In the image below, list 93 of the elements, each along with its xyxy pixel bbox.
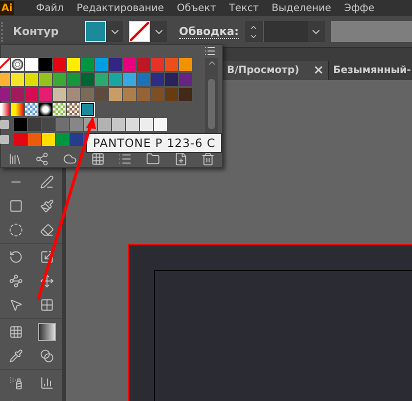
swatch[interactable] [137,88,150,101]
swatch[interactable] [123,58,136,71]
swatch[interactable] [179,73,192,86]
grid-icon[interactable] [90,152,105,166]
swatch[interactable] [11,88,24,101]
swatch[interactable] [137,73,150,86]
stroke-swatch[interactable] [129,21,150,42]
swatch[interactable] [98,118,111,131]
cloud-icon[interactable] [63,152,78,166]
swatch[interactable] [0,58,10,71]
swatch[interactable] [14,133,27,146]
swatch[interactable] [67,88,80,101]
swatch[interactable] [56,133,69,146]
menu-item[interactable]: Объект [176,2,216,14]
swatch[interactable] [11,58,24,71]
swatch[interactable] [39,103,52,116]
document-tab[interactable]: В/Просмотр) × [223,61,330,80]
swatch[interactable] [109,58,122,71]
swatch[interactable] [56,118,69,131]
swatch[interactable] [25,58,38,71]
trash-icon[interactable] [201,152,216,166]
swatch[interactable] [25,88,38,101]
swatch[interactable] [154,118,167,131]
swatch[interactable] [28,133,41,146]
stroke-weight-field[interactable] [262,21,308,42]
share-icon[interactable] [35,152,50,166]
swatch[interactable] [112,118,125,131]
swatch[interactable] [81,73,94,86]
swatch[interactable] [42,118,55,131]
tooltip: PANTONE P 123-6 C [86,133,222,153]
style-field[interactable] [330,21,412,42]
swatch[interactable] [70,118,83,131]
stroke-spinner[interactable] [244,21,263,42]
swatch[interactable] [39,88,52,101]
swatch[interactable] [165,73,178,86]
tab-title: Безымянный- [333,65,411,76]
swatch[interactable] [123,73,136,86]
swatch[interactable] [95,58,108,71]
swatch[interactable] [39,73,52,86]
swatch[interactable] [81,103,94,116]
menu-item[interactable]: Файл [36,2,64,14]
swatch[interactable] [151,58,164,71]
close-button[interactable]: × [313,63,324,78]
swatch[interactable] [39,58,52,71]
swatch[interactable] [14,118,27,131]
swatch[interactable] [81,58,94,71]
swatch[interactable] [70,133,83,146]
menu-item[interactable]: Текст [229,2,259,14]
menu-item[interactable]: Редактирование [76,2,164,14]
swatch[interactable] [42,133,55,146]
swatch[interactable] [179,88,192,101]
swatch[interactable] [0,103,10,116]
swatch[interactable] [179,58,192,71]
swatch[interactable] [109,73,122,86]
swatch[interactable] [53,58,66,71]
selection-label: Контур [13,25,60,38]
library-icon[interactable] [8,152,22,166]
swatch[interactable] [109,88,122,101]
menu-item[interactable]: Эффе [344,2,374,14]
swatch[interactable] [67,73,80,86]
swatch[interactable] [67,103,80,116]
swatch[interactable] [28,118,41,131]
stroke-dropdown[interactable] [150,21,167,42]
swatch[interactable] [67,58,80,71]
tab-title: В/Просмотр) [227,65,300,76]
swatch[interactable] [140,118,153,131]
stroke-label[interactable]: Обводка: [179,24,239,38]
grip-icon [1,22,6,42]
swatch[interactable] [151,88,164,101]
fill-swatch[interactable] [85,21,106,42]
swatch[interactable] [81,88,94,101]
swatch[interactable] [0,73,10,86]
swatch[interactable] [126,118,139,131]
swatch[interactable] [53,73,66,86]
app-logo: Ai [0,1,14,15]
swatch[interactable] [25,73,38,86]
menu-item[interactable]: Выделение [272,2,332,14]
swatch[interactable] [151,73,164,86]
swatch[interactable] [11,103,24,116]
swatch[interactable] [95,88,108,101]
stroke-weight-dropdown[interactable] [308,21,325,42]
swatch[interactable] [95,73,108,86]
swatch[interactable] [53,88,66,101]
swatch[interactable] [0,88,10,101]
new-swatch-icon[interactable] [174,152,188,166]
swatch[interactable] [165,58,178,71]
swatch[interactable] [11,73,24,86]
swatch[interactable] [25,103,38,116]
swatch[interactable] [53,103,66,116]
fill-dropdown[interactable] [106,21,123,42]
swatch[interactable] [137,58,150,71]
swatch[interactable] [123,88,136,101]
swatch[interactable] [165,88,178,101]
